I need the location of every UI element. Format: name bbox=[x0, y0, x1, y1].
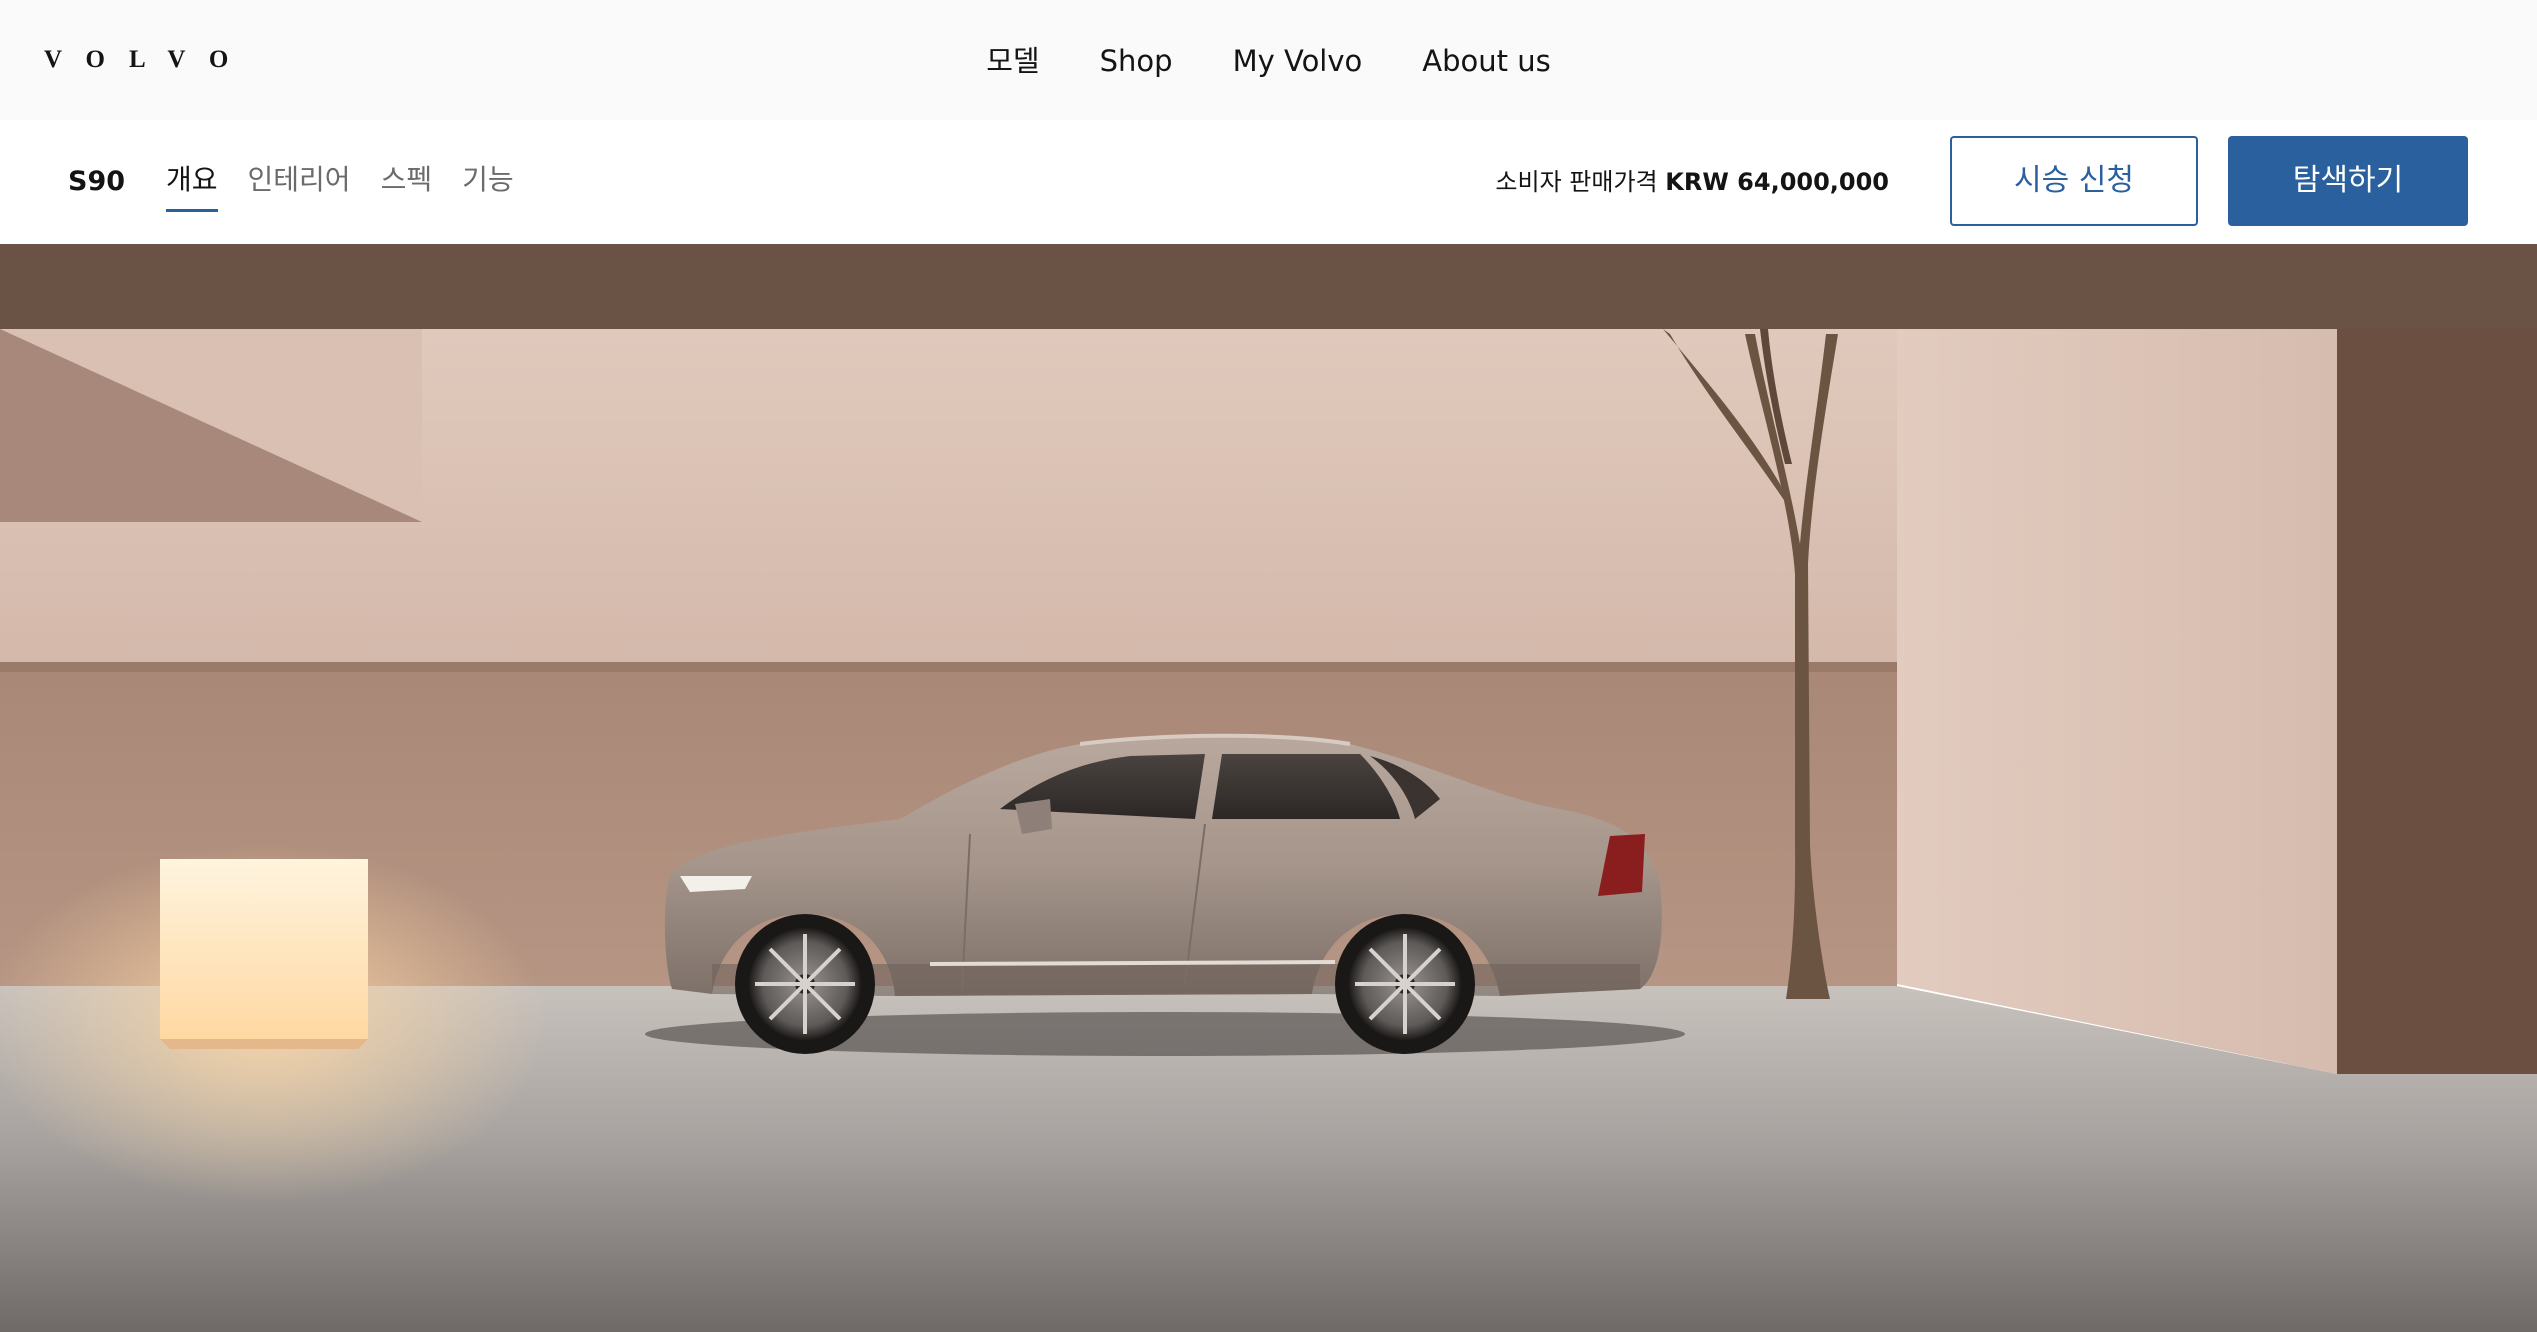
retail-price: 소비자 판매가격 KRW 64,000,000 bbox=[1495, 162, 1889, 202]
car-hero-image bbox=[0, 244, 2537, 1332]
price-label: 소비자 판매가격 bbox=[1495, 168, 1658, 196]
model-subnav: S90 개요 인테리어 스펙 기능 소비자 판매가격 KRW 64,000,00… bbox=[0, 120, 2537, 244]
model-tabs: 개요 인테리어 스펙 기능 bbox=[166, 158, 514, 212]
tab-overview[interactable]: 개요 bbox=[166, 158, 218, 212]
tab-specs[interactable]: 스펙 bbox=[381, 158, 433, 208]
explore-button[interactable]: 탐색하기 bbox=[2228, 136, 2468, 226]
hero-image bbox=[0, 244, 2537, 1332]
tab-interior[interactable]: 인테리어 bbox=[248, 158, 351, 208]
nav-models[interactable]: 모델 bbox=[956, 36, 1069, 86]
nav-about-us[interactable]: About us bbox=[1392, 36, 1580, 86]
model-name: S90 bbox=[68, 166, 126, 197]
nav-my-volvo[interactable]: My Volvo bbox=[1203, 36, 1393, 86]
test-drive-button[interactable]: 시승 신청 bbox=[1950, 136, 2198, 226]
top-navigation: VOLVO 모델 Shop My Volvo About us bbox=[0, 0, 2537, 120]
tab-features[interactable]: 기능 bbox=[462, 158, 514, 208]
price-value: KRW 64,000,000 bbox=[1665, 168, 1889, 196]
nav-shop[interactable]: Shop bbox=[1070, 36, 1203, 86]
primary-menu: 모델 Shop My Volvo About us bbox=[0, 36, 2537, 86]
